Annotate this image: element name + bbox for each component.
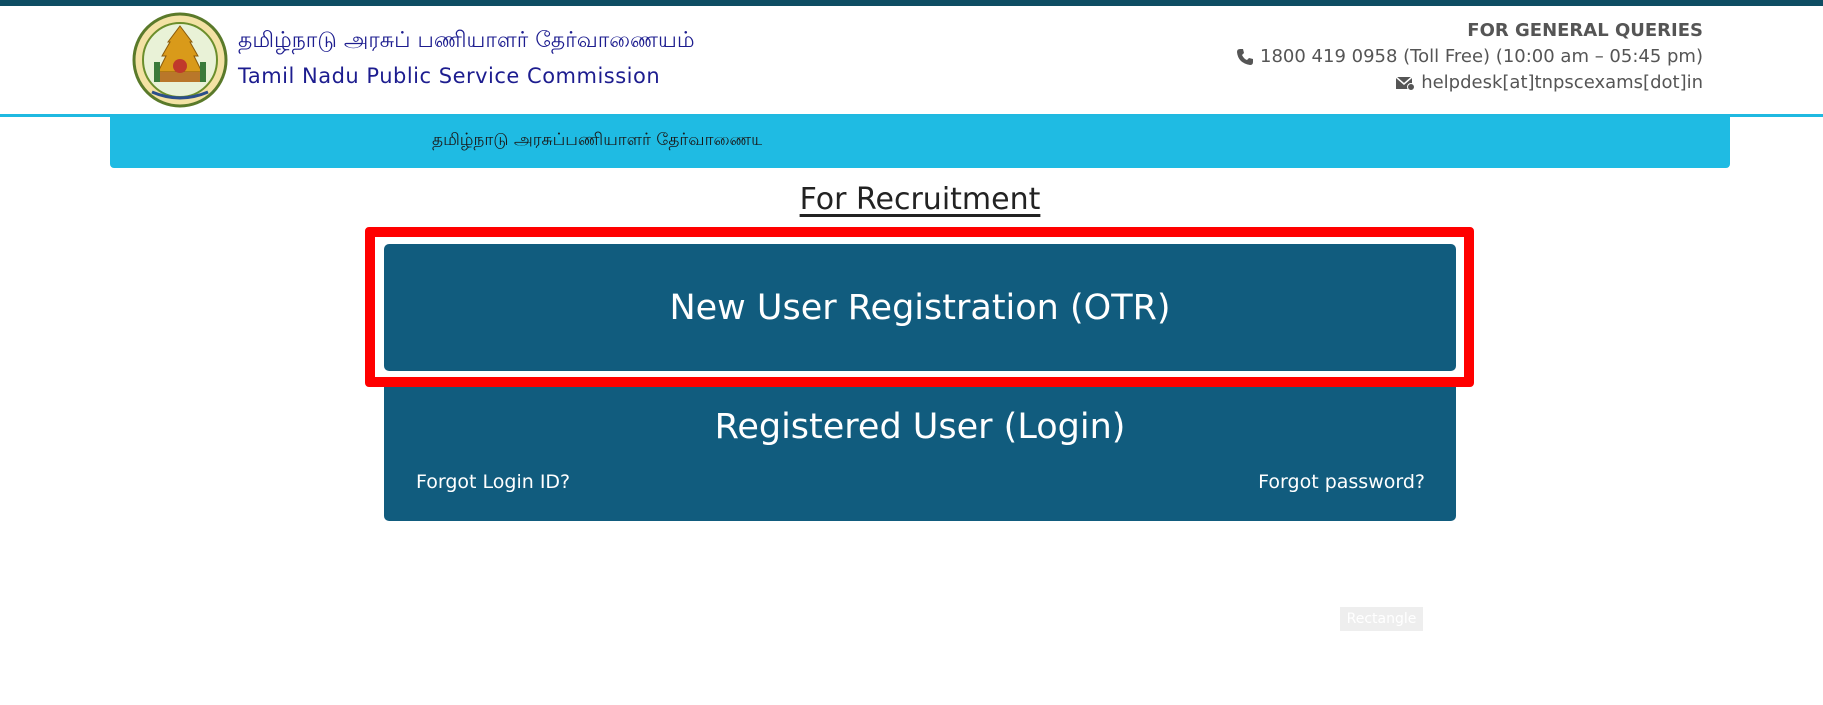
news-ticker: தமிழ்நாடு அரசுப்பணியாளர் தேர்வாணையம்: [110, 117, 1730, 168]
ticker-text[interactable]: தமிழ்நாடு அரசுப்பணியாளர் தேர்வாணையம்: [432, 130, 762, 152]
commission-title-english: Tamil Nadu Public Service Commission: [238, 64, 661, 88]
general-queries: FOR GENERAL QUERIES 1800 419 0958 (Toll …: [1236, 18, 1703, 96]
helpdesk-email[interactable]: helpdesk[at]tnpscexams[dot]in: [1421, 70, 1703, 96]
commission-title-tamil: தமிழ்நாடு அரசுப் பணியாளர் தேர்வாணையம்: [238, 28, 695, 53]
forgot-password-link[interactable]: Forgot password?: [1258, 471, 1425, 493]
tn-government-emblem-icon[interactable]: [132, 8, 228, 112]
queries-title: FOR GENERAL QUERIES: [1467, 20, 1703, 41]
phone-row: 1800 419 0958 (Toll Free) (10:00 am – 05…: [1236, 44, 1703, 70]
forgot-login-id-link[interactable]: Forgot Login ID?: [416, 471, 570, 493]
page: தமிழ்நாடு அரசுப் பணியாளர் தேர்வாணையம் Ta…: [0, 0, 1823, 705]
registered-user-login-button[interactable]: Registered User (Login): [384, 407, 1456, 447]
phone-number: 1800 419 0958 (Toll Free) (10:00 am – 05…: [1260, 46, 1703, 67]
phone-icon: [1237, 49, 1254, 65]
email-row: helpdesk[at]tnpscexams[dot]in: [1236, 70, 1703, 96]
mail-icon: [1395, 76, 1416, 91]
rectangle-label: Rectangle: [1340, 607, 1423, 631]
section-title: For Recruitment: [799, 182, 1041, 217]
login-panel: Registered User (Login) Forgot Login ID?…: [384, 387, 1456, 521]
new-user-registration-button[interactable]: New User Registration (OTR): [384, 244, 1456, 371]
